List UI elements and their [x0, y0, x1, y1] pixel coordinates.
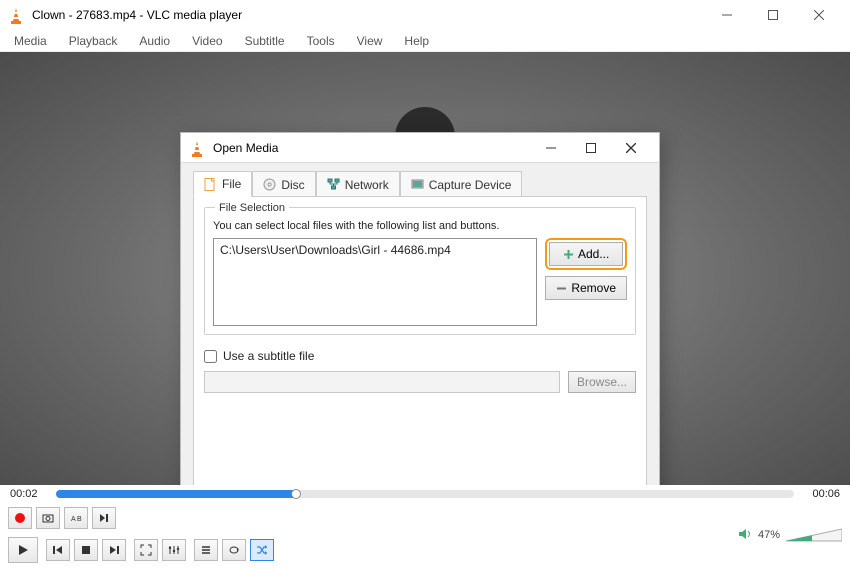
dialog-tabs: File Disc Network Capture Device	[181, 163, 659, 197]
volume-control: 47%	[738, 527, 842, 544]
loop-button[interactable]	[222, 539, 246, 561]
titlebar: Clown - 27683.mp4 - VLC media player	[0, 0, 850, 30]
tab-file[interactable]: File	[193, 171, 252, 197]
plus-icon	[563, 249, 574, 260]
menu-media[interactable]: Media	[4, 32, 57, 50]
stop-button[interactable]	[74, 539, 98, 561]
file-selection-hint: You can select local files with the foll…	[213, 220, 627, 232]
close-button[interactable]	[796, 0, 842, 30]
vlc-cone-icon	[189, 140, 205, 156]
dialog-title: Open Media	[213, 141, 531, 155]
seek-row: 00:02 00:06	[0, 485, 850, 503]
file-icon	[204, 178, 217, 191]
vlc-cone-icon	[8, 7, 24, 23]
seek-bar[interactable]	[56, 490, 794, 498]
remove-button[interactable]: Remove	[545, 276, 627, 300]
record-icon	[15, 513, 25, 523]
tab-disc[interactable]: Disc	[252, 171, 315, 197]
menu-tools[interactable]: Tools	[297, 32, 345, 50]
file-panel: File Selection You can select local file…	[193, 196, 647, 486]
svg-text:A: A	[71, 516, 76, 523]
seek-fill	[56, 490, 296, 498]
dialog-close-button[interactable]	[611, 134, 651, 162]
capture-icon	[411, 178, 424, 191]
player-controls: 00:02 00:06 AB	[0, 485, 850, 569]
tab-disc-label: Disc	[281, 178, 304, 192]
open-media-dialog: Open Media File Disc Network Capture Dev…	[180, 132, 660, 532]
play-button[interactable]	[8, 537, 38, 563]
file-list-item[interactable]: C:\Users\User\Downloads\Girl - 44686.mp4	[220, 243, 530, 257]
menu-help[interactable]: Help	[394, 32, 439, 50]
atob-loop-button[interactable]: AB	[64, 507, 88, 529]
file-selection-group: File Selection You can select local file…	[204, 207, 636, 335]
menubar: Media Playback Audio Video Subtitle Tool…	[0, 30, 850, 52]
next-button[interactable]	[102, 539, 126, 561]
add-button-highlight: Add...	[545, 238, 627, 270]
tab-network-label: Network	[345, 178, 389, 192]
frame-step-button[interactable]	[92, 507, 116, 529]
maximize-button[interactable]	[750, 0, 796, 30]
use-subtitle-checkbox[interactable]	[204, 350, 217, 363]
subtitle-path-input	[204, 371, 560, 393]
minimize-button[interactable]	[704, 0, 750, 30]
shuffle-button[interactable]	[250, 539, 274, 561]
add-button[interactable]: Add...	[549, 242, 623, 266]
file-list[interactable]: C:\Users\User\Downloads\Girl - 44686.mp4	[213, 238, 537, 326]
record-button[interactable]	[8, 507, 32, 529]
window-title: Clown - 27683.mp4 - VLC media player	[32, 8, 704, 22]
disc-icon	[263, 178, 276, 191]
add-button-label: Add...	[578, 247, 609, 261]
snapshot-button[interactable]	[36, 507, 60, 529]
video-area[interactable]: Open Media File Disc Network Capture Dev…	[0, 52, 850, 499]
speaker-icon[interactable]	[738, 527, 752, 544]
browse-button-label: Browse...	[577, 375, 627, 389]
volume-slider[interactable]	[786, 528, 842, 542]
use-subtitle-label: Use a subtitle file	[223, 349, 314, 363]
volume-percent: 47%	[758, 529, 780, 541]
svg-text:B: B	[77, 516, 82, 523]
minus-icon	[556, 283, 567, 294]
menu-playback[interactable]: Playback	[59, 32, 128, 50]
seek-knob[interactable]	[291, 489, 301, 499]
fullscreen-button[interactable]	[134, 539, 158, 561]
file-selection-legend: File Selection	[215, 202, 289, 214]
tab-capture-label: Capture Device	[429, 178, 512, 192]
browse-button: Browse...	[568, 371, 636, 393]
previous-button[interactable]	[46, 539, 70, 561]
use-subtitle-row: Use a subtitle file	[204, 349, 636, 363]
tab-file-label: File	[222, 177, 241, 191]
menu-audio[interactable]: Audio	[129, 32, 180, 50]
menu-view[interactable]: View	[347, 32, 393, 50]
time-total[interactable]: 00:06	[802, 488, 840, 500]
tab-network[interactable]: Network	[316, 171, 400, 197]
remove-button-label: Remove	[571, 281, 616, 295]
menu-video[interactable]: Video	[182, 32, 232, 50]
network-icon	[327, 178, 340, 191]
tab-capture[interactable]: Capture Device	[400, 171, 523, 197]
extended-settings-button[interactable]	[162, 539, 186, 561]
playlist-button[interactable]	[194, 539, 218, 561]
dialog-maximize-button[interactable]	[571, 134, 611, 162]
dialog-titlebar: Open Media	[181, 133, 659, 163]
menu-subtitle[interactable]: Subtitle	[235, 32, 295, 50]
dialog-minimize-button[interactable]	[531, 134, 571, 162]
time-elapsed[interactable]: 00:02	[10, 488, 48, 500]
